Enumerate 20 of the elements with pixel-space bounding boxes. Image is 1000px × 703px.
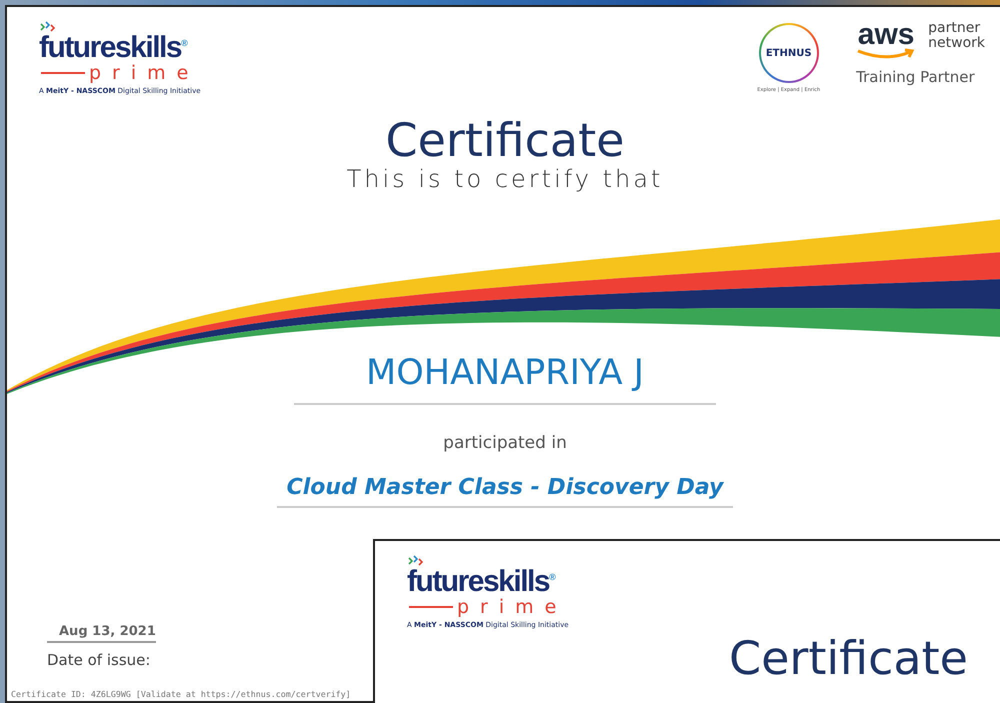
partner-label: network: [928, 36, 985, 52]
issue-date-label: Date of issue:: [47, 651, 150, 669]
certificate-subtitle: This is to certify that: [346, 165, 664, 194]
partner-role: Training Partner: [856, 68, 975, 86]
participation-text: participated in: [443, 433, 567, 454]
brand-name: futureskills$^{®}$: [39, 33, 188, 63]
brand-name: futureskills$^{®}$: [407, 567, 556, 597]
course-name: Cloud Master Class - Discovery Day: [276, 475, 734, 508]
certificate-title: Certificate: [729, 632, 968, 684]
certificate-id: Certificate ID: 4Z6LG9WG [Validate at https://ethnus.com/certverify]: [11, 689, 351, 699]
chevrons-icon: [407, 555, 425, 567]
brand-subtitle: prime: [457, 597, 568, 618]
issue-date: Aug 13, 2021: [47, 624, 156, 643]
partner-name: aws: [858, 21, 914, 48]
partner-name: ETHNUS: [766, 48, 812, 58]
partner-label: partner: [928, 21, 982, 36]
brand-subtitle: prime: [89, 63, 200, 84]
recipient-name: MOHANAPRIYA J: [294, 353, 716, 406]
certificate-title: Certificate: [386, 114, 624, 166]
chevrons-icon: [39, 21, 57, 33]
